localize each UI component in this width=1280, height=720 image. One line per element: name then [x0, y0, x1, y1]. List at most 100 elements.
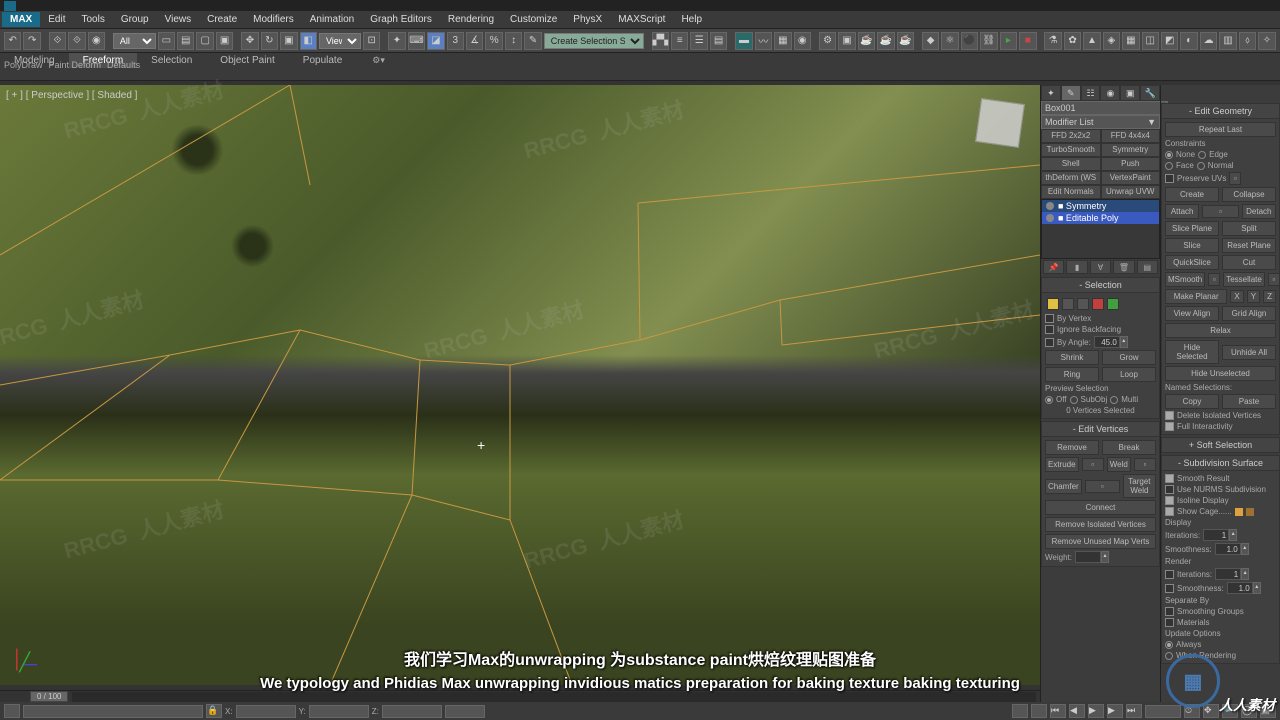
mod-preset-ffd-4x4x4[interactable]: FFD 4x4x4 — [1101, 129, 1161, 143]
remove-button[interactable]: Remove — [1045, 440, 1099, 455]
snap-percent[interactable]: % — [485, 32, 502, 50]
weld-button[interactable]: Weld — [1107, 457, 1131, 472]
pivot-button[interactable]: ⊡ — [363, 32, 380, 50]
named-sel-dropdown[interactable]: Create Selection Se — [544, 33, 644, 49]
stack-item-editable-poly[interactable]: ■ Editable Poly — [1042, 212, 1159, 224]
slice-button[interactable]: Slice — [1165, 238, 1219, 253]
ribbon-toggle[interactable]: ▬ — [735, 32, 752, 50]
spinner-snap[interactable]: ↕ — [505, 32, 522, 50]
by-angle-check[interactable] — [1045, 338, 1054, 347]
full-interactivity-check[interactable] — [1165, 422, 1174, 431]
constraint-none[interactable] — [1165, 151, 1173, 159]
detach-button[interactable]: Detach — [1242, 204, 1276, 219]
cut-button[interactable]: Cut — [1222, 255, 1276, 270]
schematic-view[interactable]: ▦ — [774, 32, 791, 50]
grid-align-button[interactable]: Grid Align — [1222, 306, 1276, 321]
polygon-subobj[interactable] — [1092, 298, 1104, 310]
attach-button[interactable]: Attach — [1165, 204, 1199, 219]
make-planar-button[interactable]: Make Planar — [1165, 289, 1227, 304]
menu-modifiers[interactable]: Modifiers — [245, 12, 302, 27]
copy-sel-button[interactable]: Copy — [1165, 394, 1219, 409]
edit-geometry-header[interactable]: Edit Geometry — [1161, 103, 1280, 119]
goto-start[interactable]: ⏮ — [1050, 704, 1066, 718]
planar-x[interactable]: X — [1230, 290, 1243, 303]
align-button[interactable]: ≡ — [671, 32, 688, 50]
by-vertex-check[interactable] — [1045, 314, 1054, 323]
menu-views[interactable]: Views — [157, 12, 200, 27]
ribbon-options[interactable]: ⚙▾ — [366, 53, 391, 68]
move-button[interactable]: ✥ — [241, 32, 258, 50]
menu-edit[interactable]: Edit — [40, 12, 73, 27]
planar-y[interactable]: Y — [1247, 290, 1260, 303]
extrude-button[interactable]: Extrude — [1045, 457, 1079, 472]
time-ruler[interactable] — [72, 692, 1036, 702]
display-iter-spinner[interactable]: ▴ — [1229, 529, 1237, 541]
mod-preset-vertexpaint[interactable]: VertexPaint — [1101, 171, 1161, 185]
ribbon-sub-polydraw[interactable]: PolyDraw — [4, 60, 43, 70]
render-prod[interactable]: ☕ — [858, 32, 875, 50]
constraint-normal[interactable] — [1197, 162, 1205, 170]
viewport-label[interactable]: [ + ] [ Perspective ] [ Shaded ] — [6, 90, 137, 101]
px-flask[interactable]: ⚗ — [1044, 32, 1061, 50]
display-smooth-spinner[interactable]: ▴ — [1241, 543, 1249, 555]
weight-spinner[interactable]: ▴ — [1101, 551, 1109, 563]
soft-selection-header[interactable]: Soft Selection — [1161, 437, 1280, 453]
x-coord[interactable] — [236, 705, 296, 718]
selection-filter[interactable]: All — [113, 33, 156, 49]
hierarchy-tab[interactable]: ☷ — [1081, 85, 1101, 101]
chamfer-button[interactable]: Chamfer — [1045, 479, 1082, 494]
px-tool-9[interactable]: ▥ — [1219, 32, 1236, 50]
script-listener[interactable] — [4, 704, 20, 718]
update-rendering[interactable] — [1165, 652, 1173, 660]
viewport[interactable]: [ + ] [ Perspective ] [ Shaded ] + │╱─ — [0, 85, 1040, 685]
update-always[interactable] — [1165, 641, 1173, 649]
layer-explorer[interactable]: ▤ — [710, 32, 727, 50]
next-frame[interactable]: ▶ — [1107, 704, 1123, 718]
nurms-check[interactable] — [1165, 485, 1174, 494]
unlink-button[interactable]: ⟐ — [68, 32, 85, 50]
window-crossing-button[interactable]: ▣ — [216, 32, 233, 50]
ring-button[interactable]: Ring — [1045, 367, 1099, 382]
utilities-tab[interactable]: 🔧 — [1140, 85, 1160, 101]
mod-preset-push[interactable]: Push — [1101, 157, 1161, 171]
msmooth-button[interactable]: MSmooth — [1165, 272, 1205, 287]
px-tool-7[interactable]: ◐ — [1180, 32, 1197, 50]
tessellate-button[interactable]: Tessellate — [1223, 272, 1265, 287]
menu-max[interactable]: MAX — [2, 12, 40, 27]
subdivision-header[interactable]: Subdivision Surface — [1161, 455, 1280, 471]
px-tool-10[interactable]: ⬨ — [1239, 32, 1256, 50]
mod-preset-symmetry[interactable]: Symmetry — [1101, 143, 1161, 157]
layers-button[interactable]: ☰ — [690, 32, 707, 50]
show-cage-check[interactable] — [1165, 507, 1174, 516]
link-button[interactable]: ⟐ — [49, 32, 66, 50]
rect-region-button[interactable]: ▢ — [196, 32, 213, 50]
preview-subobj[interactable] — [1070, 396, 1078, 404]
target-weld-button[interactable]: Target Weld — [1123, 474, 1156, 498]
time-slider[interactable]: 0 / 100 — [30, 691, 68, 702]
snap-2d[interactable]: ◪ — [427, 32, 444, 50]
collapse-button[interactable]: Collapse — [1222, 187, 1276, 202]
menu-help[interactable]: Help — [673, 12, 710, 27]
curve-editor[interactable]: 〰 — [755, 32, 772, 50]
modify-tab[interactable]: ✎ — [1061, 85, 1081, 101]
y-coord[interactable] — [309, 705, 369, 718]
slice-plane-button[interactable]: Slice Plane — [1165, 221, 1219, 236]
mod-preset-thdeform-ws[interactable]: thDeform (WS — [1041, 171, 1101, 185]
render-iter-spinner[interactable]: ▴ — [1241, 568, 1249, 580]
preview-off[interactable] — [1045, 396, 1053, 404]
nav-pan[interactable]: ✥ — [1203, 704, 1219, 718]
object-name-field[interactable] — [1041, 101, 1166, 115]
lock-button[interactable]: 🔒 — [206, 704, 222, 718]
px-sim[interactable]: ▸ — [1000, 32, 1017, 50]
px-tool-4[interactable]: ▦ — [1122, 32, 1139, 50]
create-button[interactable]: Create — [1165, 187, 1219, 202]
px-reset[interactable]: ■ — [1019, 32, 1036, 50]
stack-item-symmetry[interactable]: ■ Symmetry — [1042, 200, 1159, 212]
display-tab[interactable]: ▣ — [1120, 85, 1140, 101]
px-btn-1[interactable]: ◆ — [922, 32, 939, 50]
modifier-list[interactable]: Modifier List▼ — [1041, 115, 1160, 129]
constraint-edge[interactable] — [1198, 151, 1206, 159]
border-subobj[interactable] — [1077, 298, 1089, 310]
unhide-all-button[interactable]: Unhide All — [1222, 345, 1276, 360]
connect-button[interactable]: Connect — [1045, 500, 1156, 515]
